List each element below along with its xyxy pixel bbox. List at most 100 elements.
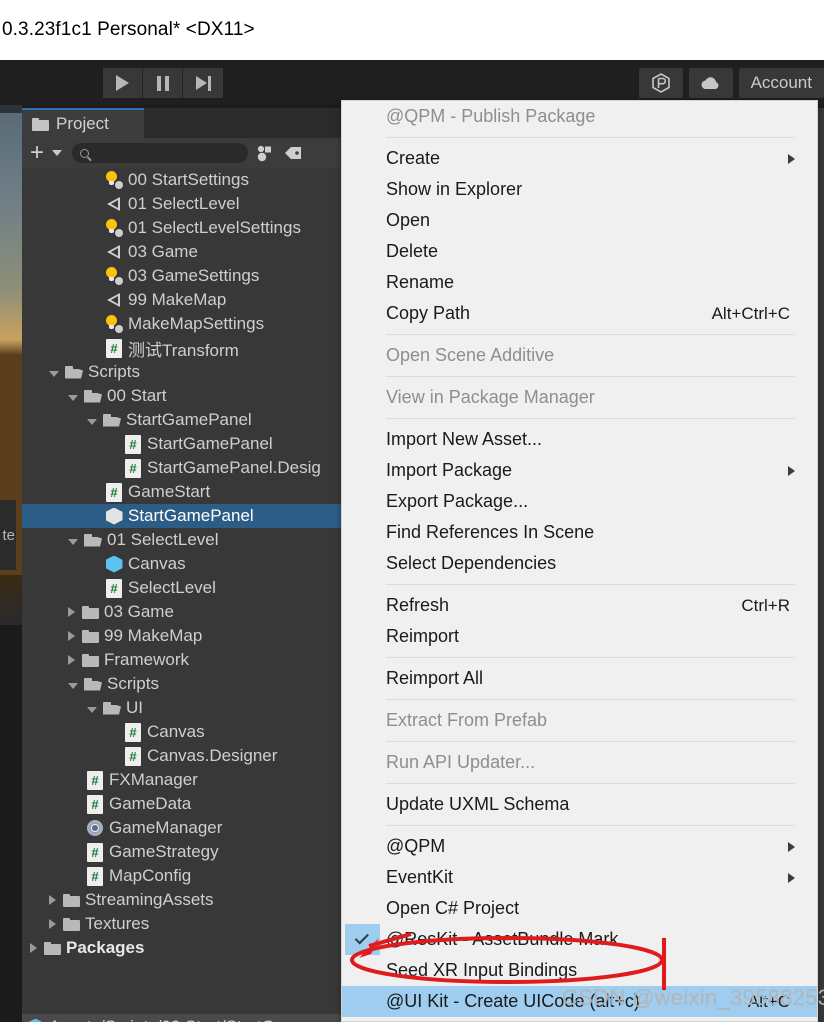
tree-item[interactable]: 99 MakeMap bbox=[22, 288, 345, 312]
context-menu-item-label: Export Package... bbox=[386, 491, 529, 511]
context-menu-item[interactable]: Open C# Project bbox=[342, 893, 817, 924]
tree-item-icon bbox=[103, 315, 125, 333]
tree-item[interactable]: 00 StartSettings bbox=[22, 168, 345, 192]
context-menu-item[interactable]: EventKit bbox=[342, 862, 817, 893]
context-menu-item[interactable]: Seed XR Input Bindings bbox=[342, 955, 817, 986]
window-title: 0.3.23f1c1 Personal* <DX11> bbox=[0, 0, 824, 60]
chevron-right-icon[interactable] bbox=[68, 607, 75, 617]
context-menu-item[interactable]: Select Dependencies bbox=[342, 548, 817, 579]
tree-item[interactable]: # 测试Transform bbox=[22, 336, 345, 360]
tree-item[interactable]: # SelectLevel bbox=[22, 576, 345, 600]
project-tree[interactable]: 00 StartSettings 01 SelectLevel 01 SelectL… bbox=[22, 168, 345, 998]
context-menu-item[interactable]: @ResKit - AssetBundle Mark bbox=[342, 924, 817, 955]
tree-item-label: 03 GameSettings bbox=[128, 266, 260, 285]
context-menu-item[interactable]: Open bbox=[342, 205, 817, 236]
toolbar-right-group: Account bbox=[638, 68, 824, 98]
context-menu-item-label: Delete bbox=[386, 241, 439, 261]
context-menu-item[interactable]: Reimport All bbox=[342, 663, 817, 694]
tree-item[interactable]: # StartGamePanel.Desig bbox=[22, 456, 345, 480]
tree-item[interactable]: StartGamePanel bbox=[22, 408, 345, 432]
account-button[interactable]: Account bbox=[738, 68, 824, 98]
cloud-button[interactable] bbox=[688, 68, 733, 98]
tree-item[interactable]: # Canvas.Designer bbox=[22, 744, 345, 768]
play-button[interactable] bbox=[103, 68, 143, 98]
unity-scene-icon bbox=[106, 244, 123, 260]
context-menu-item[interactable]: Refresh Ctrl+R bbox=[342, 590, 817, 621]
chevron-right-icon[interactable] bbox=[49, 895, 56, 905]
pause-button[interactable] bbox=[143, 68, 183, 98]
label-filter-button[interactable] bbox=[278, 140, 308, 166]
tree-item[interactable]: # StartGamePanel bbox=[22, 432, 345, 456]
tree-item[interactable]: UI bbox=[22, 696, 345, 720]
chevron-down-icon[interactable] bbox=[68, 538, 78, 545]
tree-item[interactable]: GameManager bbox=[22, 816, 345, 840]
chevron-down-icon[interactable] bbox=[87, 418, 97, 425]
object-filter-button[interactable] bbox=[248, 140, 278, 166]
tree-item[interactable]: 00 Start bbox=[22, 384, 345, 408]
chevron-down-icon[interactable] bbox=[87, 706, 97, 713]
chevron-down-icon[interactable] bbox=[49, 370, 59, 377]
tree-item[interactable]: # GameStart bbox=[22, 480, 345, 504]
context-menu-item[interactable]: Delete bbox=[342, 236, 817, 267]
context-menu-item[interactable]: Reimport bbox=[342, 621, 817, 652]
tree-item[interactable]: MakeMapSettings bbox=[22, 312, 345, 336]
tree-item[interactable]: 99 MakeMap bbox=[22, 624, 345, 648]
tree-item[interactable]: Framework bbox=[22, 648, 345, 672]
tree-item-label: FXManager bbox=[109, 770, 198, 789]
step-button[interactable] bbox=[183, 68, 223, 98]
context-menu-item[interactable]: Import Package bbox=[342, 455, 817, 486]
tree-item-icon bbox=[103, 292, 125, 308]
context-menu-item-label: @QPM bbox=[386, 836, 446, 856]
folder-open-icon bbox=[103, 413, 121, 427]
tag-icon bbox=[285, 147, 302, 159]
context-menu-item[interactable]: Find References In Scene bbox=[342, 517, 817, 548]
tree-item[interactable]: Textures bbox=[22, 912, 345, 936]
context-menu-item[interactable]: Import New Asset... bbox=[342, 424, 817, 455]
context-menu-item[interactable]: Show in Explorer bbox=[342, 174, 817, 205]
tree-item[interactable]: StreamingAssets bbox=[22, 888, 345, 912]
context-menu-item[interactable]: @QPM bbox=[342, 831, 817, 862]
chevron-right-icon[interactable] bbox=[68, 631, 75, 641]
tree-item[interactable]: 01 SelectLevel bbox=[22, 528, 345, 552]
chevron-right-icon[interactable] bbox=[30, 943, 37, 953]
tree-item[interactable]: Scripts bbox=[22, 360, 345, 384]
collab-button[interactable] bbox=[638, 68, 683, 98]
context-menu-item[interactable]: Copy Path Alt+Ctrl+C bbox=[342, 298, 817, 329]
tree-item[interactable]: StartGamePanel bbox=[22, 504, 345, 528]
add-asset-button[interactable]: + bbox=[30, 141, 44, 165]
chevron-down-icon[interactable] bbox=[68, 682, 78, 689]
context-menu-item-label: Show in Explorer bbox=[386, 179, 523, 199]
csharp-icon: # bbox=[125, 434, 141, 454]
tree-item[interactable]: 03 Game bbox=[22, 240, 345, 264]
context-menu-item[interactable]: Rename bbox=[342, 267, 817, 298]
tree-item[interactable]: # GameData bbox=[22, 792, 345, 816]
chevron-right-icon[interactable] bbox=[68, 655, 75, 665]
tab-project[interactable]: Project bbox=[22, 108, 144, 138]
tree-item[interactable]: 03 GameSettings bbox=[22, 264, 345, 288]
chevron-right-icon[interactable] bbox=[49, 919, 56, 929]
chevron-down-icon[interactable] bbox=[68, 394, 78, 401]
tree-item[interactable]: 01 SelectLevelSettings bbox=[22, 216, 345, 240]
tree-item[interactable]: # Canvas bbox=[22, 720, 345, 744]
tree-item[interactable]: # GameStrategy bbox=[22, 840, 345, 864]
tree-item[interactable]: # MapConfig bbox=[22, 864, 345, 888]
tree-item[interactable]: Scripts bbox=[22, 672, 345, 696]
tree-item[interactable]: # FXManager bbox=[22, 768, 345, 792]
tree-item[interactable]: 01 SelectLevel bbox=[22, 192, 345, 216]
tree-item[interactable]: Canvas bbox=[22, 552, 345, 576]
tree-item[interactable]: Packages bbox=[22, 936, 345, 960]
search-input[interactable] bbox=[72, 143, 249, 163]
tree-item[interactable]: 03 Game bbox=[22, 600, 345, 624]
context-menu-item[interactable]: Export Package... bbox=[342, 486, 817, 517]
asset-context-menu[interactable]: @QPM - Publish Package Create Show in Expl… bbox=[341, 100, 818, 1022]
context-menu-item[interactable]: Create bbox=[342, 143, 817, 174]
context-menu-item[interactable]: Update UXML Schema bbox=[342, 789, 817, 820]
tree-item-label: GameStart bbox=[128, 482, 211, 501]
context-menu-item-shortcut: Ctrl+R bbox=[741, 595, 790, 615]
tree-item-icon bbox=[103, 219, 125, 237]
context-menu-item-label: Open Scene Additive bbox=[386, 345, 555, 365]
chevron-down-icon[interactable] bbox=[52, 150, 63, 156]
